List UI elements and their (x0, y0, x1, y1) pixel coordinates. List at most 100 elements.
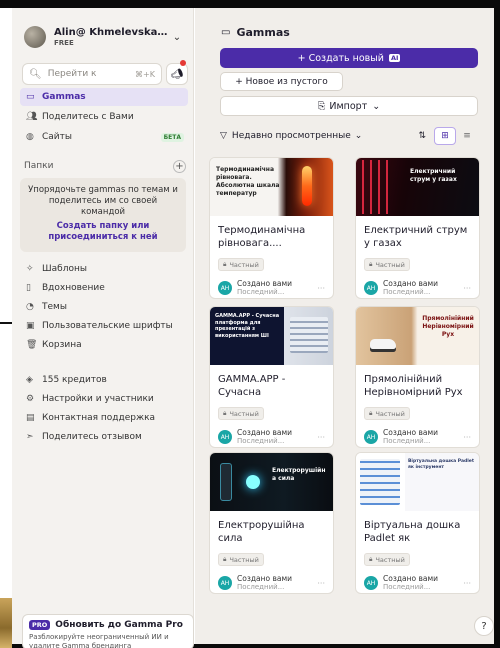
more-options-icon[interactable]: ··· (463, 433, 471, 442)
gamma-card[interactable]: Електричний струм у газах Електричний ст… (355, 157, 480, 299)
pro-title: Обновить до Gamma Pro (55, 620, 183, 630)
sidebar-item-feedback[interactable]: ➣ Поделитесь отзывом (20, 428, 188, 446)
sidebar-item-inspiration[interactable]: ▯ Вдохновение (20, 279, 188, 297)
announcements-button[interactable]: 📣︎ (166, 63, 188, 85)
settings-icon: ⚙︎ (26, 394, 35, 404)
card-thumbnail: Термодинамічна рівновага. Абсолютна шкал… (210, 158, 333, 216)
folders-title: Папки (24, 161, 54, 171)
author-avatar: AH (218, 576, 232, 590)
avatar (24, 26, 46, 48)
account-switcher[interactable]: Alin@ Khmelevska W... FREE ⌄ (24, 24, 184, 50)
glow-image (246, 475, 260, 489)
card-title: Електрорушійна сила (218, 520, 305, 544)
support-icon: ▤ (26, 413, 35, 423)
sidebar-item-sites[interactable]: ◍ Сайты БЕТА (20, 128, 188, 146)
more-options-icon[interactable]: ··· (317, 433, 325, 442)
sidebar-item-label: Шаблоны (42, 264, 87, 274)
sort-dropdown[interactable]: Недавно просмотренные (232, 131, 351, 141)
sidebar-item-templates[interactable]: ✧ Шаблоны (20, 260, 188, 278)
new-from-blank-button[interactable]: + Новое из пустого (220, 72, 343, 91)
view-toggle: ⊞ ≡ (434, 127, 478, 145)
chevron-down-icon: ⌄ (354, 131, 363, 141)
private-badge: 🔒︎ Частный (364, 258, 410, 271)
gamma-card[interactable]: Термодинамічна рівновага. Абсолютна шкал… (209, 157, 334, 299)
gamma-card[interactable]: Електрорушійн а сила Електрорушійна сила… (209, 452, 334, 594)
folders-header: Папки + (24, 159, 186, 173)
megaphone-icon: 📣︎ (170, 68, 184, 80)
sidebar-item-label: Gammas (42, 92, 86, 102)
shared-users-icon: 👥︎ (26, 112, 38, 122)
import-icon: ⎘ (317, 100, 326, 112)
card-thumbnail: Віртуальна дошка Padlet як інструмент (356, 453, 479, 511)
private-badge: 🔒︎ Частный (364, 407, 410, 420)
sidebar-item-settings[interactable]: ⚙︎ Настройки и участники (20, 390, 188, 408)
filter-icon[interactable]: ▽ (220, 131, 227, 141)
author-avatar: AH (218, 281, 232, 295)
card-title: Електричний струм у газах (364, 225, 468, 249)
card-byline: AH Создано вами Последний... ··· (218, 574, 325, 592)
import-button[interactable]: ⎘ Импорт ⌄ (220, 96, 478, 116)
feedback-icon: ➣ (26, 432, 34, 442)
sidebar-item-fonts[interactable]: ▣ Пользовательские шрифты (20, 317, 188, 335)
sidebar-item-label: Темы (42, 302, 67, 312)
private-badge: 🔒︎ Частный (218, 258, 264, 271)
card-byline: AH Создано вами Последний... ··· (364, 279, 471, 297)
sidebar-item-label: Пользовательские шрифты (42, 321, 173, 331)
folders-description: Упорядочьте gammas по темам и поделитесь… (28, 185, 178, 217)
author-avatar: AH (364, 430, 378, 444)
search-shortcut: ⌘+K (135, 69, 155, 79)
inspiration-icon: ▯ (26, 283, 31, 293)
search-input[interactable]: 🔍︎ Перейти к ⌘+K (22, 63, 162, 85)
sidebar-item-themes[interactable]: ◔ Темы (20, 298, 188, 316)
sidebar-item-credits[interactable]: ◈ 155 кредитов (20, 371, 188, 389)
author-avatar: AH (218, 430, 232, 444)
gamma-card[interactable]: Прямолінійний Нерівномірний Рух Прямолін… (355, 306, 480, 448)
pro-badge: PRO (29, 620, 51, 630)
lock-icon: 🔒︎ (369, 555, 373, 563)
background-photo (0, 598, 12, 648)
card-thumbnail: Електричний струм у газах (356, 158, 479, 216)
list-view-icon[interactable]: ≡ (456, 127, 478, 145)
sidebar-item-support[interactable]: ▤ Контактная поддержка (20, 409, 188, 427)
gammas-icon: ▭ (221, 27, 231, 38)
card-title: Термодинамічна рівновага.... (218, 225, 306, 249)
more-options-icon[interactable]: ··· (317, 579, 325, 588)
gamma-card[interactable]: Віртуальна дошка Padlet як інструмент Ві… (355, 452, 480, 594)
help-button[interactable]: ? (474, 616, 494, 636)
window-frame-right (494, 0, 500, 648)
private-badge: 🔒︎ Частный (218, 553, 264, 566)
account-name: Alin@ Khmelevska W... (54, 27, 170, 38)
sidebar-item-gammas[interactable]: ▭ Gammas (20, 88, 188, 106)
chevron-down-icon: ⌄ (372, 100, 381, 112)
more-options-icon[interactable]: ··· (317, 284, 325, 293)
card-thumbnail: GAMMA.APP - Сучасна платформа для презен… (210, 307, 333, 365)
add-folder-button[interactable]: + (173, 159, 186, 173)
sidebar-item-shared[interactable]: 👥︎ Поделитесь с Вами (20, 108, 188, 126)
upgrade-pro-panel[interactable]: PRO Обновить до Gamma Pro Разблокируйте … (22, 614, 194, 648)
card-thumbnail: Прямолінійний Нерівномірний Рух (356, 307, 479, 365)
sidebar-item-trash[interactable]: 🗑︎ Корзина (20, 336, 188, 354)
card-byline: AH Создано вами Последний... ··· (218, 279, 325, 297)
create-new-button[interactable]: + Создать новый AI (220, 48, 478, 68)
thermometer-image (302, 166, 312, 206)
dashboard-image (290, 317, 328, 353)
sidebar-item-label: Настройки и участники (42, 394, 154, 404)
private-badge: 🔒︎ Частный (364, 553, 410, 566)
gamma-card[interactable]: GAMMA.APP - Сучасна платформа для презен… (209, 306, 334, 448)
sidebar-item-label: Контактная поддержка (42, 413, 156, 423)
more-options-icon[interactable]: ··· (463, 579, 471, 588)
card-byline: AH Создано вами Последний... ··· (364, 428, 471, 446)
account-plan: FREE (54, 39, 74, 47)
lock-icon: 🔒︎ (369, 260, 373, 268)
grid-view-icon[interactable]: ⊞ (434, 127, 456, 145)
card-byline: AH Создано вами Последний... ··· (218, 428, 325, 446)
sidebar-item-label: Поделитесь отзывом (42, 432, 142, 442)
sidebar: Alin@ Khmelevska W... FREE ⌄ 🔍︎ Перейти … (12, 8, 194, 648)
window-frame-top (0, 0, 500, 8)
padlet-screenshot-image (360, 459, 400, 505)
more-options-icon[interactable]: ··· (463, 284, 471, 293)
sort-order-icon[interactable]: ⇅ (418, 131, 426, 141)
create-folder-link[interactable]: Создать папку или присоединиться к ней (26, 221, 180, 243)
author-avatar: AH (364, 281, 378, 295)
font-icon: ▣ (26, 321, 35, 331)
